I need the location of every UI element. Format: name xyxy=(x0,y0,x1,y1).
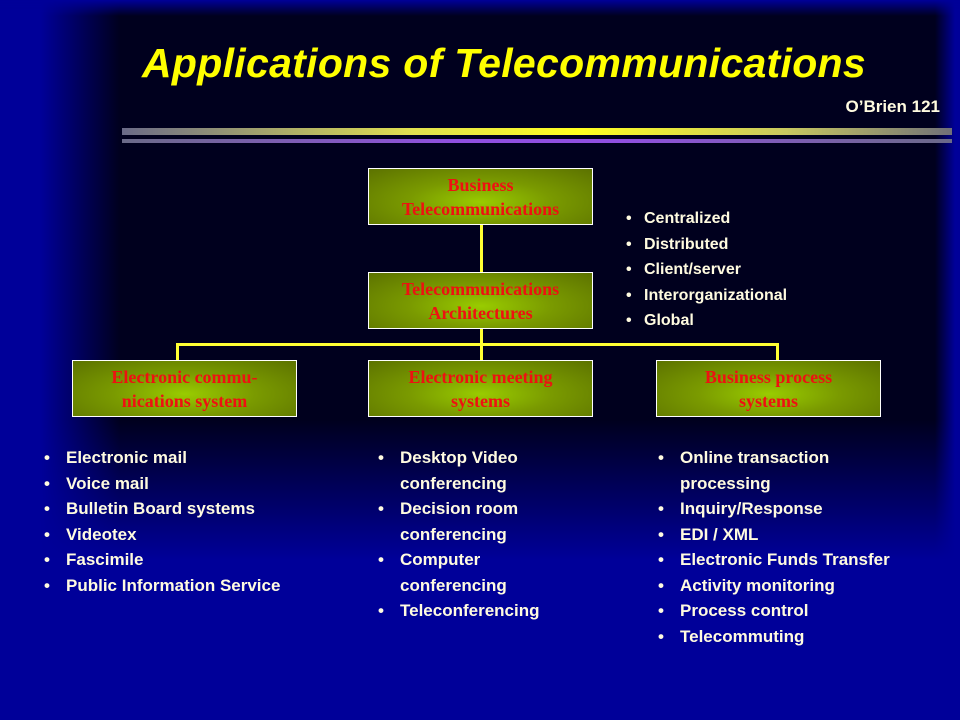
node-label-line2: Architectures xyxy=(428,302,533,323)
list-item: Teleconferencing xyxy=(378,598,583,624)
slide-title: Applications of Telecommunications xyxy=(142,40,866,86)
node-label-line1: Electronic commu- xyxy=(111,366,258,387)
node-electronic-meeting-systems: Electronic meeting systems xyxy=(368,360,593,417)
node-label-line1: Telecommunications xyxy=(401,278,560,299)
node-electronic-communications-system: Electronic commu- nications system xyxy=(72,360,297,417)
list-item: Activity monitoring xyxy=(658,573,958,599)
list-item: Videotex xyxy=(44,522,364,548)
list-item: Telecommuting xyxy=(658,624,958,650)
node-label-line2: systems xyxy=(738,390,798,411)
node-business-process-systems: Business process systems xyxy=(656,360,881,417)
connector-branch-left xyxy=(176,343,179,361)
title-rule-yellow xyxy=(122,128,952,135)
list-item: Computer conferencing xyxy=(378,547,583,598)
node-telecommunications-architectures: Telecommunications Architectures xyxy=(368,272,593,329)
list-item: Inquiry/Response xyxy=(658,496,958,522)
list-item: Bulletin Board systems xyxy=(44,496,364,522)
list-item: Desktop Video conferencing xyxy=(378,445,583,496)
connector-horizontal xyxy=(176,343,779,346)
list-item: Global xyxy=(626,308,787,334)
list-item: Electronic mail xyxy=(44,445,364,471)
list-item: Public Information Service xyxy=(44,573,364,599)
list-item: Distributed xyxy=(626,232,787,258)
business-process-list: Online transaction processing Inquiry/Re… xyxy=(658,445,958,649)
node-label-line2: systems xyxy=(451,390,510,411)
electronic-communications-list: Electronic mail Voice mail Bulletin Boar… xyxy=(44,445,364,598)
node-label-line2: Telecommunications xyxy=(401,198,560,219)
list-item: Online transaction processing xyxy=(658,445,880,496)
connector-root-to-arch xyxy=(480,224,483,274)
list-item: Electronic Funds Transfer xyxy=(658,547,958,573)
title-rule-purple xyxy=(122,139,952,143)
list-item: Decision room conferencing xyxy=(378,496,583,547)
node-label-line2: nications system xyxy=(121,390,248,411)
node-label-line1: Business process xyxy=(704,366,833,387)
node-label-line1: Electronic meeting xyxy=(408,366,553,387)
list-item: Fascimile xyxy=(44,547,364,573)
list-item: EDI / XML xyxy=(658,522,958,548)
list-item: Client/server xyxy=(626,257,787,283)
list-item: Centralized xyxy=(626,206,787,232)
architecture-types-list: Centralized Distributed Client/server In… xyxy=(626,206,787,334)
list-item: Voice mail xyxy=(44,471,364,497)
electronic-meeting-list: Desktop Video conferencing Decision room… xyxy=(378,445,583,624)
node-label-line1: Business xyxy=(447,174,514,195)
node-business-telecommunications: Business Telecommunications xyxy=(368,168,593,225)
list-item: Process control xyxy=(658,598,958,624)
list-item: Interorganizational xyxy=(626,283,787,309)
citation: O’Brien 121 xyxy=(845,97,941,116)
connector-branch-right xyxy=(776,343,779,361)
